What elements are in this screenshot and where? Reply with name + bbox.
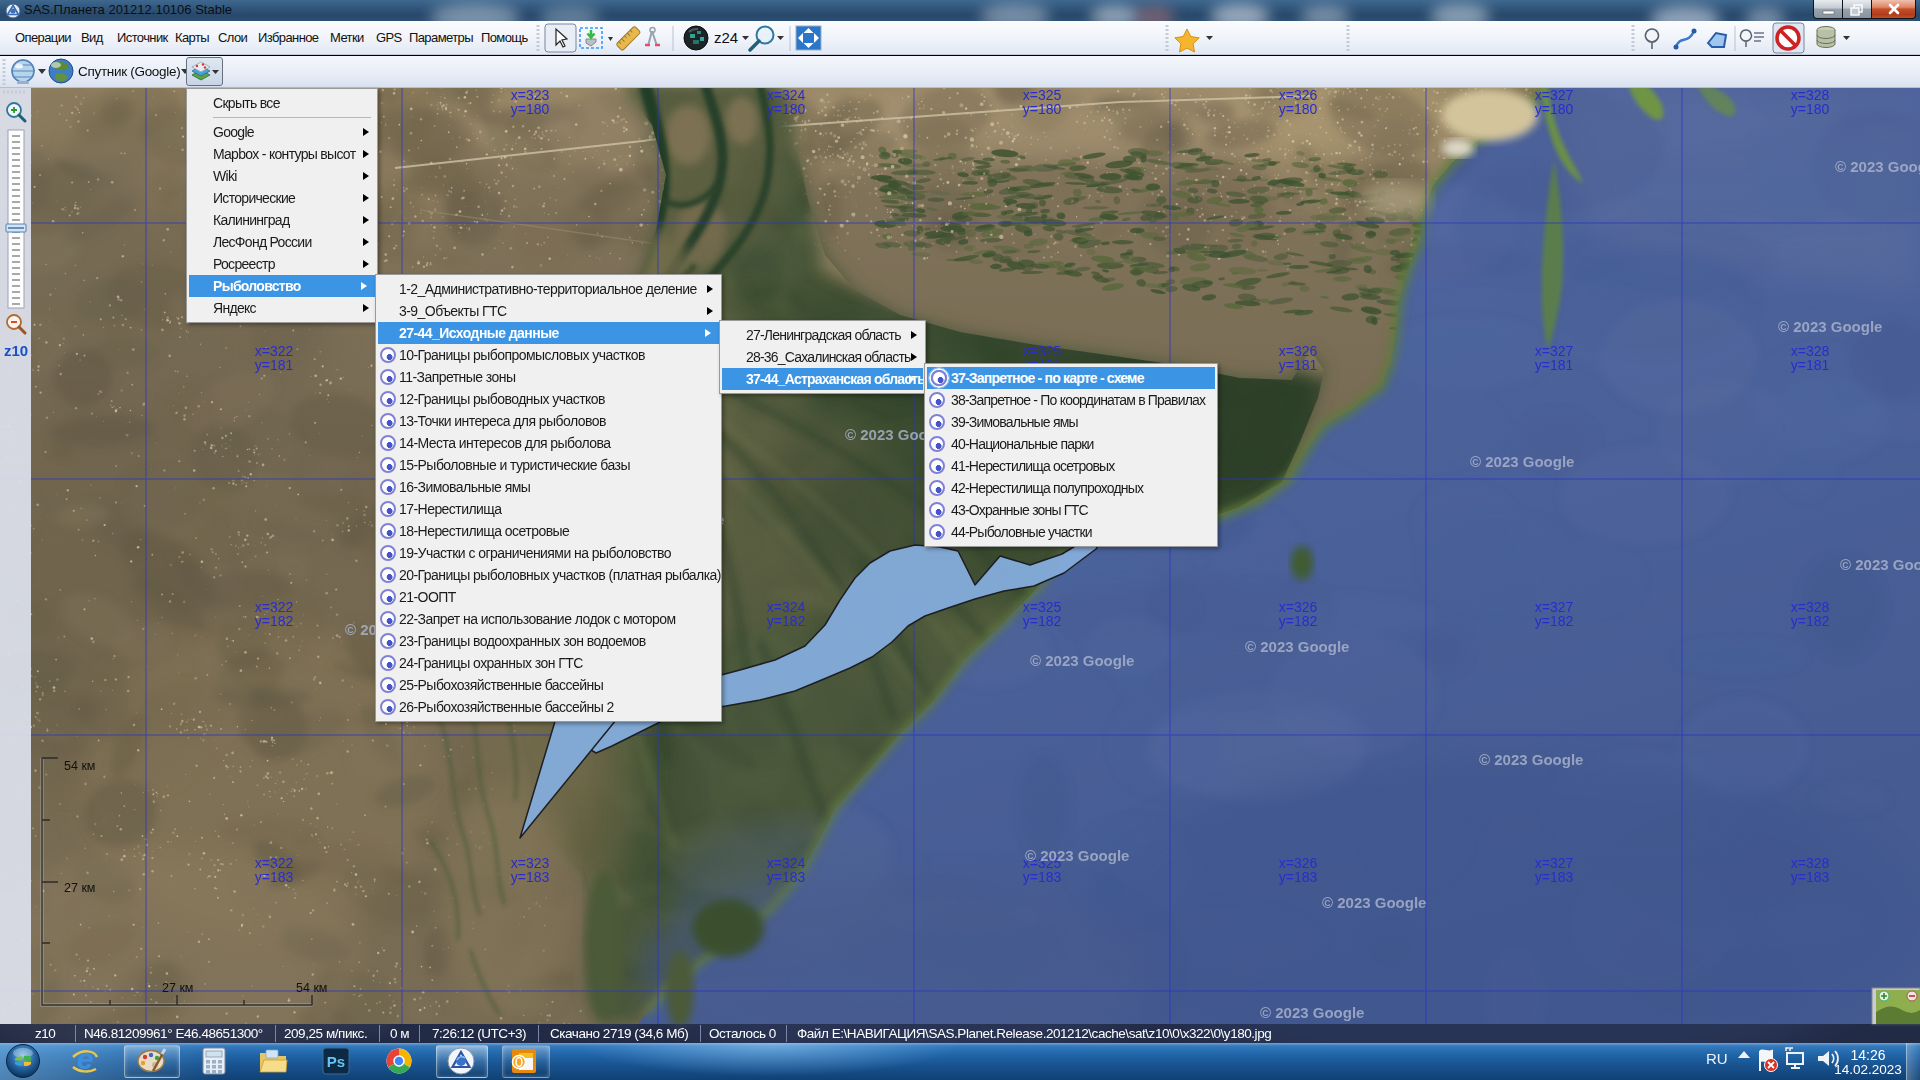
svg-text:© 2023 Google: © 2023 Google (1025, 847, 1129, 864)
svg-text:z10: z10 (4, 342, 28, 359)
svg-text:27 км: 27 км (162, 981, 193, 995)
svg-text:Спутник (Google): Спутник (Google) (78, 64, 180, 79)
svg-text:© 2023 Google: © 2023 Google (1260, 1004, 1364, 1021)
svg-text:y=180: y=180 (767, 101, 806, 117)
svg-text:y=183: y=183 (1023, 869, 1062, 885)
svg-text:© 2023 Google: © 2023 Google (1322, 894, 1426, 911)
svg-text:y=182: y=182 (767, 613, 806, 629)
svg-text:© 2023 Google: © 2023 Google (1470, 453, 1574, 470)
svg-text:© 2023 Google: © 2023 Google (1835, 158, 1920, 175)
svg-text:© 2023 Google: © 2023 Google (1840, 556, 1920, 573)
svg-text:y=182: y=182 (255, 613, 294, 629)
svg-text:y=180: y=180 (511, 101, 550, 117)
svg-text:© 2023 Google: © 2023 Google (1030, 652, 1134, 669)
svg-text:y=183: y=183 (511, 869, 550, 885)
svg-text:y=180: y=180 (1791, 101, 1830, 117)
svg-text:y=183: y=183 (1791, 869, 1830, 885)
svg-text:y=181: y=181 (1535, 357, 1574, 373)
svg-text:y=182: y=182 (1279, 613, 1318, 629)
svg-text:y=180: y=180 (1023, 101, 1062, 117)
svg-text:y=183: y=183 (255, 869, 294, 885)
svg-text:y=183: y=183 (767, 869, 806, 885)
svg-text:y=181: y=181 (1791, 357, 1830, 373)
svg-text:Ps: Ps (327, 1053, 345, 1070)
svg-text:y=183: y=183 (1279, 869, 1318, 885)
svg-text:© 2023 Google: © 2023 Google (1778, 318, 1882, 335)
svg-text:z24: z24 (714, 29, 738, 46)
svg-text:y=182: y=182 (1023, 613, 1062, 629)
svg-text:y=180: y=180 (1535, 101, 1574, 117)
svg-text:© 2023 Google: © 2023 Google (1479, 751, 1583, 768)
svg-text:y=183: y=183 (1535, 869, 1574, 885)
svg-text:27 км: 27 км (64, 881, 95, 895)
svg-text:y=181: y=181 (255, 357, 294, 373)
svg-text:54 км: 54 км (64, 759, 95, 773)
svg-text:© 2023 Google: © 2023 Google (1245, 638, 1349, 655)
svg-text:y=180: y=180 (1279, 101, 1318, 117)
svg-text:y=182: y=182 (1791, 613, 1830, 629)
svg-text:54 км: 54 км (296, 981, 327, 995)
svg-text:y=182: y=182 (1535, 613, 1574, 629)
svg-text:y=181: y=181 (1279, 357, 1318, 373)
